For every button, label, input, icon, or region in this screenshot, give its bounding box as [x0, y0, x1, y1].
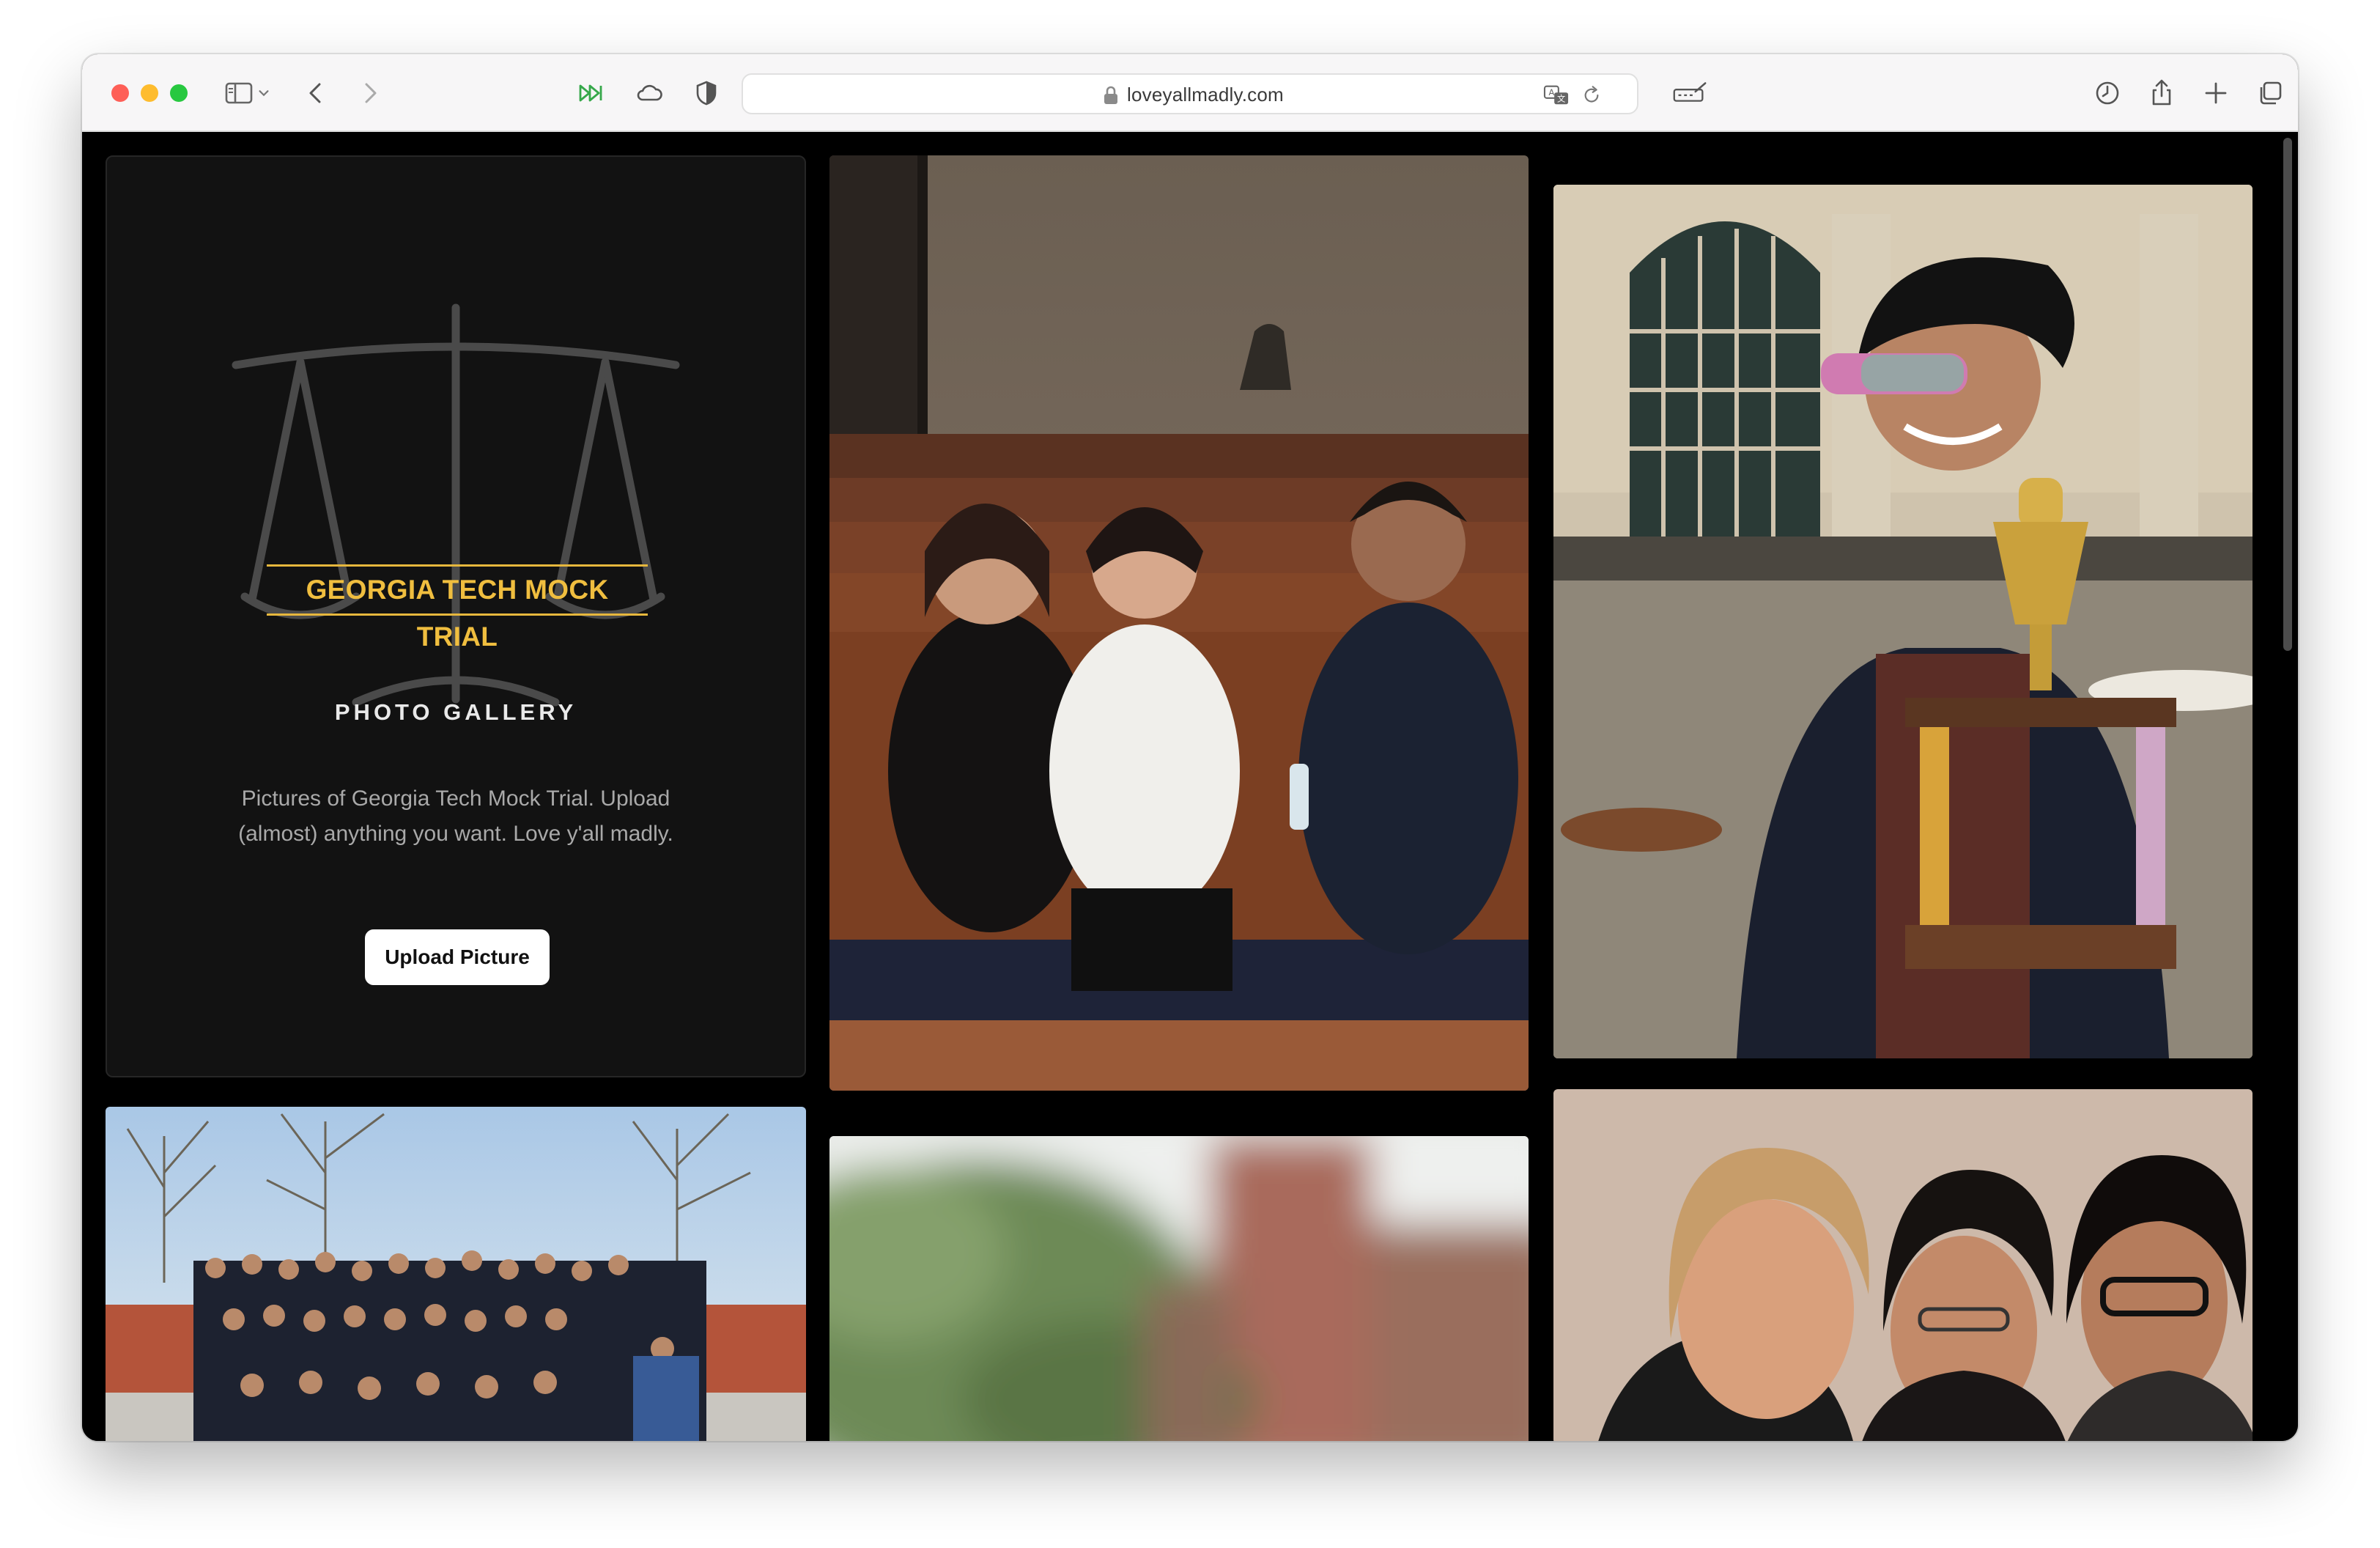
zoom-window-button[interactable] [170, 84, 188, 102]
address-bar[interactable]: loveyallmadly.com A文 [742, 73, 1638, 114]
svg-text:文: 文 [1557, 94, 1565, 104]
brand-title: GEORGIA TECH MOCK TRIAL [267, 564, 648, 652]
upload-picture-button[interactable]: Upload Picture [365, 929, 550, 985]
close-window-button[interactable] [111, 84, 129, 102]
forward-icon[interactable] [353, 77, 385, 109]
fast-forward-icon[interactable] [574, 77, 607, 109]
reader-icon[interactable] [1668, 77, 1712, 109]
svg-text:A: A [1549, 87, 1555, 97]
back-icon[interactable] [300, 77, 333, 109]
history-icon[interactable] [2091, 77, 2124, 109]
lock-icon [1104, 86, 1117, 104]
minimize-window-button[interactable] [141, 84, 158, 102]
new-tab-icon[interactable] [2200, 77, 2232, 109]
gallery-subtitle: PHOTO GALLERY [334, 699, 577, 725]
url-text: loveyallmadly.com [1127, 84, 1284, 106]
campus-blur-photo[interactable] [829, 1136, 1529, 1441]
page-content[interactable]: GEORGIA TECH MOCK TRIAL PHOTO GALLERY Pi… [82, 132, 2298, 1441]
trophy-photo[interactable] [1553, 185, 2252, 1058]
shield-icon[interactable] [690, 77, 722, 109]
smiling-friends-photo[interactable] [1553, 1089, 2252, 1441]
tabs-overview-icon[interactable] [2254, 77, 2286, 109]
translate-icon[interactable]: A文 [1542, 82, 1571, 108]
chevron-down-icon[interactable] [255, 77, 273, 109]
hero-card: GEORGIA TECH MOCK TRIAL PHOTO GALLERY Pi… [106, 155, 806, 1077]
browser-window: loveyallmadly.com A文 GEORGIA TECH MOCK T… [82, 54, 2298, 1441]
courtroom-friends-photo[interactable] [829, 155, 1529, 1091]
share-icon[interactable] [2146, 77, 2178, 109]
browser-toolbar: loveyallmadly.com A文 [82, 54, 2298, 132]
sidebar-icon[interactable] [223, 77, 255, 109]
team-group-photo[interactable] [106, 1107, 806, 1441]
scrollbar-thumb[interactable] [2283, 138, 2292, 651]
cloud-icon[interactable] [633, 77, 665, 109]
reload-icon[interactable] [1577, 82, 1606, 108]
gallery-description: Pictures of Georgia Tech Mock Trial. Upl… [238, 786, 673, 846]
